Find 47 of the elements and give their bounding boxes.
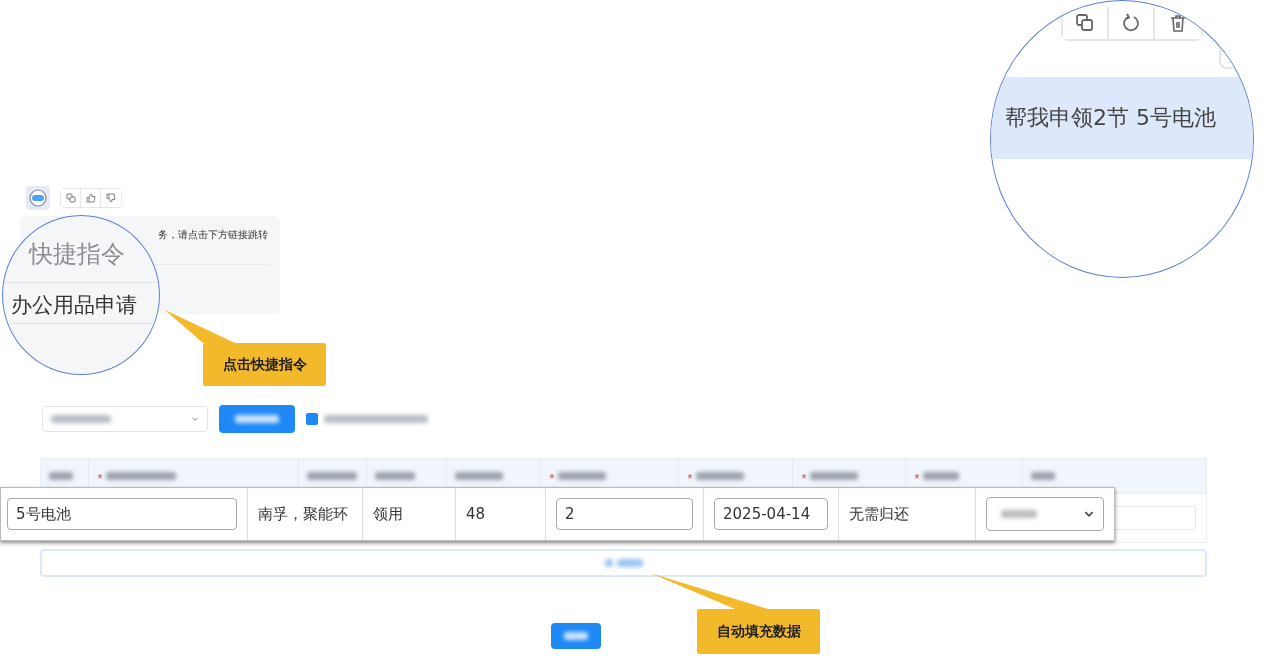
callout-label: 自动填充数据 [697,609,820,654]
blurred-text [923,472,959,480]
copy-button[interactable] [1063,7,1109,39]
blurred-text [810,472,858,480]
refresh-icon [1121,13,1141,33]
category-select[interactable] [42,406,208,432]
usage-cell: 领用 [363,488,456,540]
spec-cell: 南孚，聚能环 [248,488,363,540]
blurred-text [604,559,613,567]
blurred-text [375,472,415,480]
return-date-cell: 无需归还 [839,488,976,540]
thumbs-down-icon [106,193,116,203]
thumbs-up-icon [85,193,96,203]
date-field[interactable]: 2025-04-14 [714,498,828,530]
blurred-text [307,472,357,480]
message-text: 帮我申领2节 5号电池 [1005,104,1216,132]
batch-add-button[interactable] [219,405,295,433]
shortcut-heading: 快捷指令 [29,239,126,270]
blurred-text [616,559,643,567]
chevron-down-icon [191,415,199,423]
blurred-text [235,415,279,423]
stock-cell: 48 [456,488,546,540]
required-mark [687,473,693,479]
blurred-text [1031,472,1055,480]
message-text: 务，请点击下方链接跳转 [158,228,268,242]
approver-select[interactable] [986,497,1104,531]
required-mark [801,473,807,479]
submit-button[interactable] [551,623,601,649]
copy-icon [65,193,76,203]
blurred-text [455,472,503,480]
blurred-text [106,472,176,480]
blurred-text [558,472,606,480]
copy-button[interactable] [61,189,81,207]
blurred-text [51,415,111,423]
blurred-text [696,472,744,480]
notify-checkbox[interactable] [306,413,318,425]
quantity-field[interactable]: 2 [556,498,693,530]
required-mark [549,473,555,479]
copy-icon [1075,13,1095,33]
shortcut-link[interactable]: 办公用品申请 [11,291,159,319]
blurred-text [1001,510,1037,518]
item-field[interactable]: 5号电池 [7,498,237,530]
required-mark [914,473,920,479]
robot-avatar-icon [26,186,50,210]
blurred-text [564,632,588,640]
required-mark [97,473,103,479]
blurred-text [49,472,73,480]
